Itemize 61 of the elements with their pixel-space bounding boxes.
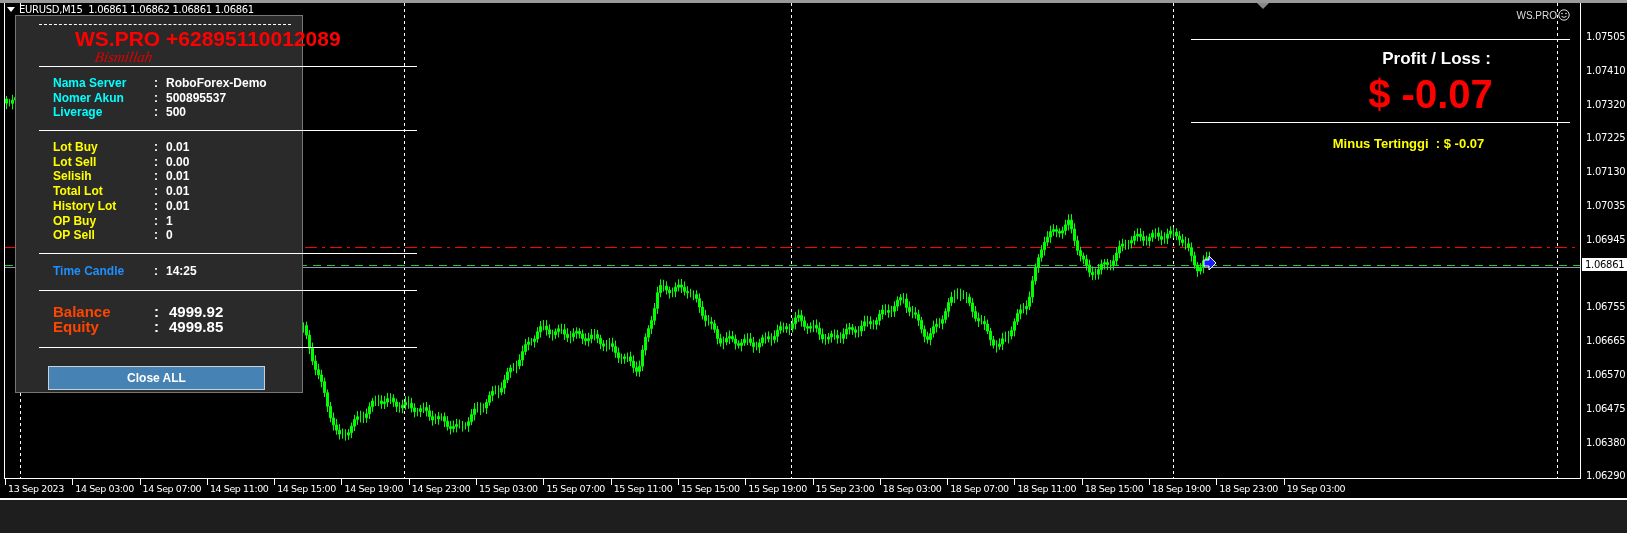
separator: : bbox=[154, 198, 159, 213]
price-label: 1.07130 bbox=[1586, 165, 1627, 180]
profit-loss-title: Profit / Loss : bbox=[1382, 49, 1491, 69]
close-all-button[interactable]: Close ALL bbox=[48, 365, 265, 390]
price-label: 1.06380 bbox=[1586, 435, 1627, 450]
price-label: 1.07320 bbox=[1586, 97, 1627, 112]
max-loss-text: Minus Tertinggi : $ -0.07 bbox=[1332, 136, 1485, 151]
field-label: Lot Sell bbox=[53, 154, 98, 169]
price-label: 1.07505 bbox=[1586, 30, 1627, 44]
separator: : bbox=[154, 317, 160, 335]
price-label: 1.06570 bbox=[1586, 367, 1627, 382]
field-value: 0.01 bbox=[166, 184, 190, 199]
field-value: 4999.92 bbox=[169, 302, 224, 320]
field-label: Liverage bbox=[53, 105, 104, 120]
field-label: Equity bbox=[53, 317, 100, 335]
separator: : bbox=[154, 76, 159, 90]
separator: : bbox=[154, 184, 159, 199]
price-label: 1.07225 bbox=[1586, 131, 1627, 146]
field-value: 0.01 bbox=[166, 169, 190, 184]
price-label: 1.06665 bbox=[1586, 334, 1627, 349]
indicator-label: WS.PRO bbox=[1516, 9, 1557, 21]
field-value: 0.01 bbox=[166, 140, 190, 155]
price-label: 1.07035 bbox=[1586, 199, 1627, 213]
field-value: 0 bbox=[166, 228, 173, 243]
separator: : bbox=[154, 140, 159, 155]
field-label: Nomer Akun bbox=[53, 90, 125, 105]
separator: : bbox=[154, 105, 159, 120]
profit-loss-amount: $ -0.07 bbox=[1368, 71, 1493, 117]
separator: : bbox=[154, 169, 159, 184]
field-label: Total Lot bbox=[53, 184, 104, 199]
separator: : bbox=[154, 263, 159, 278]
field-label: OP Buy bbox=[53, 213, 98, 228]
chart-title: EURUSD,M15 1.06861 1.06862 1.06861 1.06861 bbox=[19, 4, 254, 15]
field-value: 1 bbox=[166, 213, 173, 228]
panel-title: WS.PRO +62895110012089 bbox=[75, 28, 342, 50]
separator: : bbox=[154, 228, 159, 243]
field-label: Time Candle bbox=[53, 263, 126, 278]
price-label: 1.06945 bbox=[1586, 232, 1627, 247]
separator: : bbox=[154, 302, 160, 320]
field-label: Balance bbox=[53, 302, 112, 320]
separator: : bbox=[154, 90, 159, 105]
field-value: 500 bbox=[166, 105, 187, 120]
field-value: 0.00 bbox=[166, 154, 190, 169]
field-label: OP Sell bbox=[53, 228, 96, 243]
price-label: 1.06755 bbox=[1586, 300, 1627, 315]
field-label: Lot Buy bbox=[53, 140, 99, 155]
field-value: 500895537 bbox=[166, 90, 227, 105]
price-label: 1.07410 bbox=[1586, 63, 1627, 78]
separator: : bbox=[154, 213, 159, 228]
field-label: Selisih bbox=[53, 169, 93, 184]
field-value: 0.01 bbox=[166, 198, 190, 213]
current-price-label: 1.06861 bbox=[1582, 258, 1627, 271]
price-label: 1.06475 bbox=[1586, 401, 1627, 416]
price-label: 1.06290 bbox=[1586, 469, 1627, 484]
separator: : bbox=[154, 154, 159, 169]
field-value: RoboForex-Demo bbox=[166, 76, 267, 90]
field-value: 4999.85 bbox=[169, 317, 224, 335]
field-label: History Lot bbox=[53, 198, 118, 213]
panel-subtitle: Bismillah bbox=[93, 50, 154, 64]
field-value: 14:25 bbox=[166, 263, 197, 278]
field-label: Nama Server bbox=[53, 76, 128, 90]
